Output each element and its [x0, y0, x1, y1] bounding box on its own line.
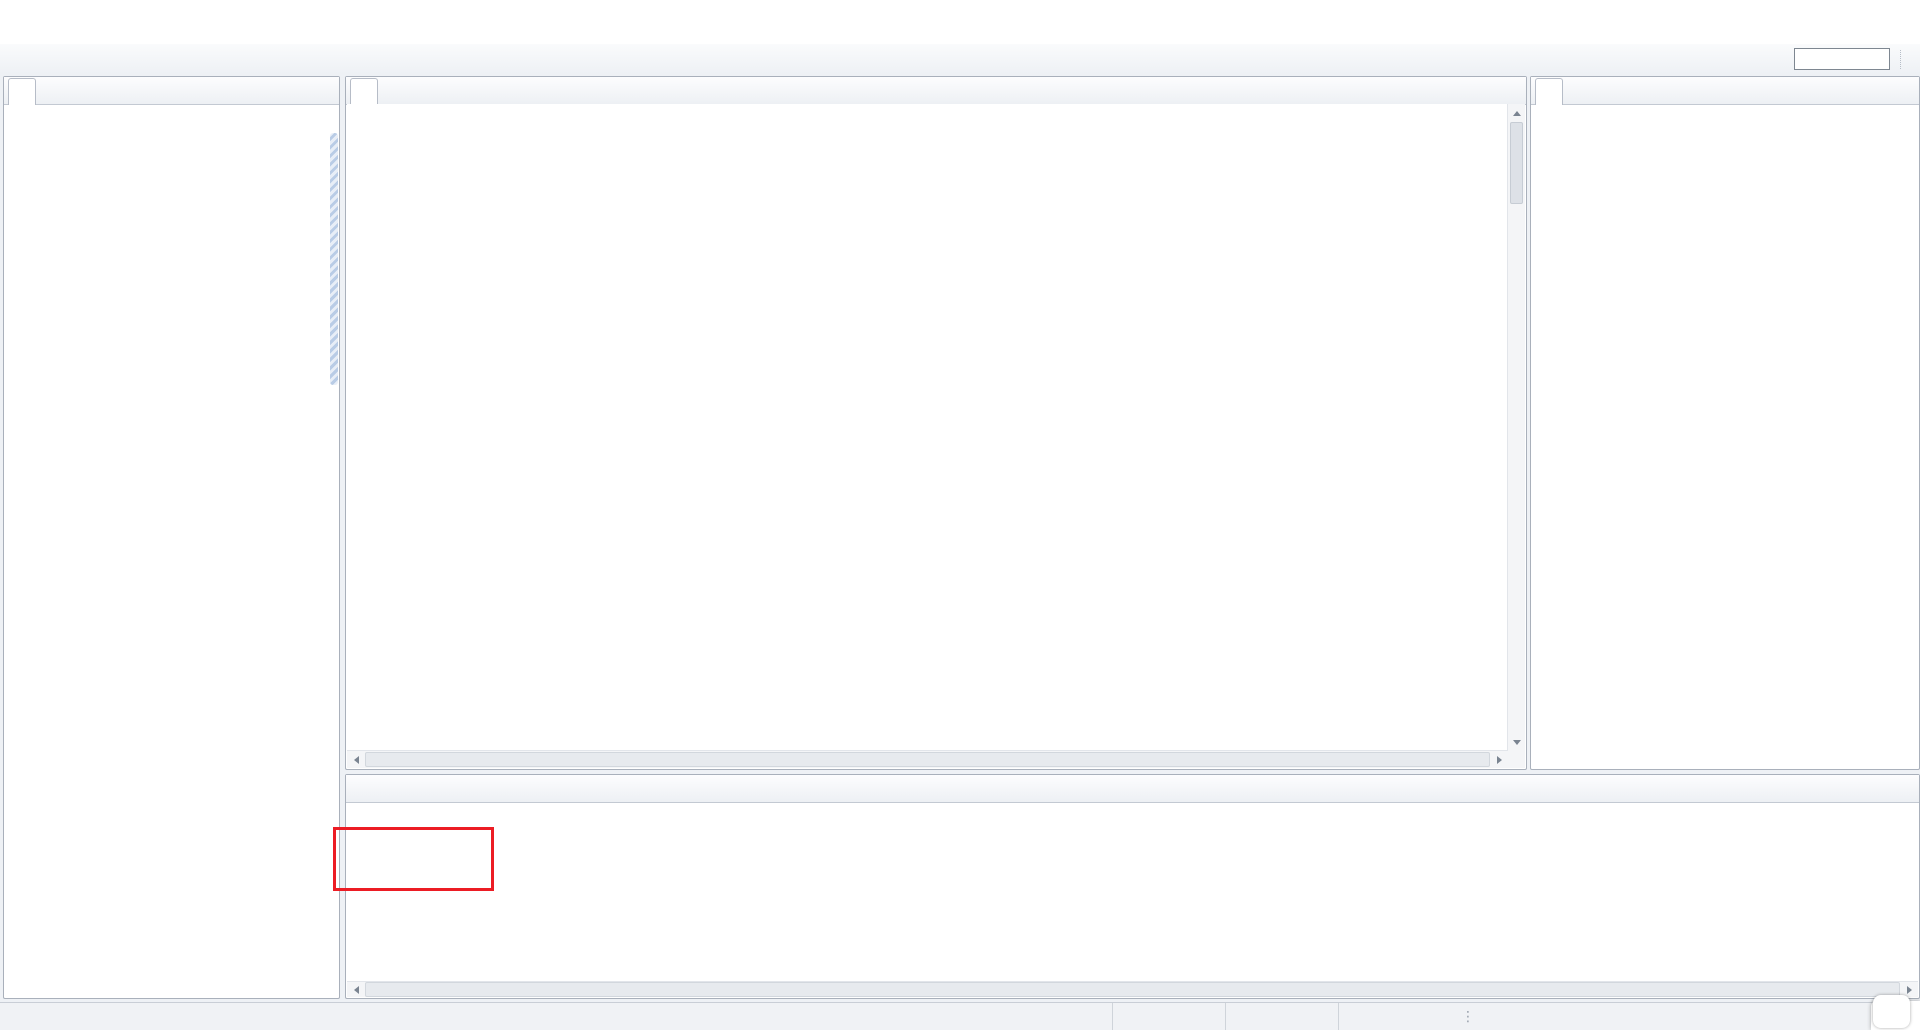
- eclipse-window: ⋮: [0, 0, 1920, 1030]
- grip-dots-icon: ⋮: [1461, 1008, 1475, 1024]
- ime-toolbar: [1871, 994, 1920, 1030]
- outline-panel: [1530, 76, 1920, 770]
- minimize-view-button[interactable]: [295, 85, 315, 104]
- scrollbar-thumb[interactable]: [365, 982, 1900, 997]
- outline-tree: [1531, 105, 1919, 123]
- scroll-right-arrow-icon[interactable]: [1491, 751, 1508, 768]
- scrollbar-thumb[interactable]: [365, 752, 1490, 767]
- separator: [1900, 49, 1902, 69]
- minimize-view-button[interactable]: [1482, 85, 1502, 104]
- insert-mode-status: [1225, 1003, 1338, 1030]
- console-panel: [345, 774, 1920, 999]
- maximize-view-button[interactable]: [1503, 85, 1523, 104]
- package-explorer-panel: [3, 76, 340, 999]
- console-annotation-box: [333, 827, 494, 891]
- console-tab-bar: [346, 775, 1919, 803]
- editor-area: [345, 76, 1527, 770]
- main-toolbar: [0, 44, 1920, 75]
- package-explorer-toolbar: [4, 105, 339, 131]
- tab-main-java[interactable]: [350, 78, 378, 105]
- status-bar: ⋮: [0, 1002, 1920, 1030]
- scroll-up-arrow-icon[interactable]: [1508, 104, 1525, 121]
- minimize-button[interactable]: [1785, 0, 1830, 26]
- horizontal-scrollbar[interactable]: [347, 750, 1508, 768]
- scroll-down-arrow-icon[interactable]: [1508, 734, 1525, 751]
- scroll-left-arrow-icon[interactable]: [347, 751, 364, 768]
- caret-position-status: [1338, 1003, 1451, 1030]
- writable-status: [1112, 1003, 1225, 1030]
- package-explorer-header: [4, 77, 339, 105]
- console-output[interactable]: [347, 825, 1918, 982]
- package-explorer-tree: [4, 131, 339, 145]
- scroll-left-arrow-icon[interactable]: [347, 981, 364, 998]
- console-status-line: [346, 803, 1919, 827]
- tab-package-explorer[interactable]: [8, 78, 36, 105]
- title-bar: [0, 0, 1920, 24]
- maximize-button[interactable]: [1830, 0, 1875, 26]
- vertical-scrollbar[interactable]: [1507, 104, 1525, 751]
- horizontal-scrollbar[interactable]: [347, 981, 1918, 997]
- window-controls: [1785, 0, 1920, 26]
- editor-tab-bar: [346, 77, 1526, 105]
- tab-outline[interactable]: [1535, 78, 1563, 105]
- outline-header: [1531, 77, 1919, 105]
- workbench: [0, 74, 1920, 1003]
- close-button[interactable]: [1875, 0, 1920, 26]
- quick-access-box[interactable]: [1794, 48, 1890, 70]
- sogou-logo[interactable]: [1873, 994, 1910, 1028]
- menu-bar: [0, 24, 1920, 44]
- code-editor[interactable]: [347, 104, 1508, 751]
- scrollbar[interactable]: [330, 133, 338, 385]
- scrollbar-thumb[interactable]: [1510, 122, 1523, 204]
- maximize-view-button[interactable]: [316, 85, 336, 104]
